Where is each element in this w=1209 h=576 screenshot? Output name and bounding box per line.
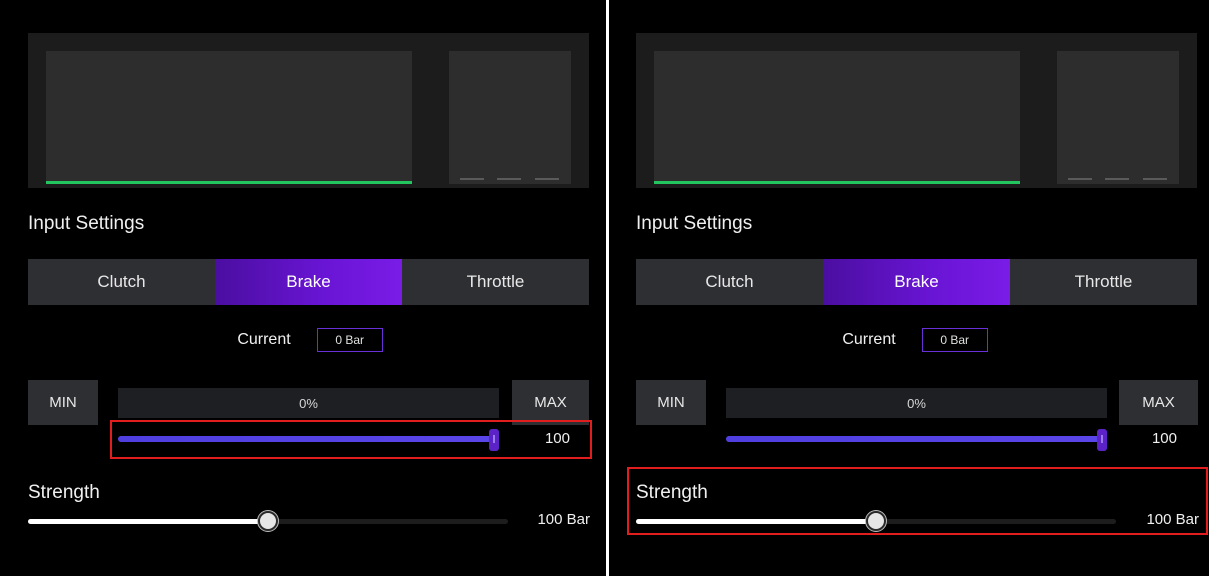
min-button[interactable]: MIN [636,380,706,425]
strength-slider[interactable] [636,511,1116,531]
range-slider-fill [726,436,1106,442]
settings-panel-right: Input Settings Clutch Brake Throttle Cur… [609,0,1209,576]
level-meter [1068,178,1092,180]
tab-label: Brake [286,272,331,291]
pedal-level-meters [449,51,571,184]
pedal-preview [636,33,1197,188]
tab-throttle[interactable]: Throttle [402,259,589,305]
level-meter [460,178,484,180]
strength-label: Strength [636,482,708,503]
max-button[interactable]: MAX [1119,380,1198,425]
level-meter [1105,178,1129,180]
level-meter [497,178,521,180]
tab-label: Throttle [466,272,525,291]
tab-label: Clutch [97,272,146,291]
strength-slider[interactable] [28,511,508,531]
pedal-level-meters [1057,51,1179,184]
pedal-preview [28,33,589,188]
tab-brake[interactable]: Brake [215,259,402,305]
min-label: MIN [49,394,77,411]
strength-value: 100 Bar [537,511,590,528]
current-label: Current [842,331,896,348]
strength-value: 100 Bar [1146,511,1199,528]
tab-label: Throttle [1074,272,1133,291]
current-readout: Current 0 Bar [0,325,606,355]
range-slider[interactable] [118,429,499,451]
max-label: MAX [1142,394,1175,411]
pedal-curve-line [46,181,412,184]
range-slider-fill [118,436,498,442]
max-label: MAX [534,394,567,411]
current-value: 0 Bar [921,328,988,352]
percent-display: 0% [726,388,1107,418]
range-slider-handle[interactable] [1097,429,1107,451]
percent-text: 0% [907,395,926,411]
strength-slider-fill [28,519,268,524]
strength-slider-knob[interactable] [866,511,886,531]
tab-label: Clutch [705,272,754,291]
min-label: MIN [657,394,685,411]
pedal-tabs: Clutch Brake Throttle [636,259,1197,305]
comparison-stage: Input Settings Clutch Brake Throttle Cur… [0,0,1209,576]
current-label: Current [237,331,291,348]
range-slider-handle[interactable] [489,429,499,451]
pedal-curve-graph [654,51,1020,184]
strength-slider-knob[interactable] [258,511,278,531]
range-value: 100 [544,430,570,447]
section-title: Input Settings [28,213,145,234]
strength-slider-fill [636,519,876,524]
pedal-curve-graph [46,51,412,184]
range-value: 100 [1151,430,1177,447]
tab-brake[interactable]: Brake [823,259,1010,305]
percent-display: 0% [118,388,499,418]
level-meter [1143,178,1167,180]
range-slider[interactable] [726,429,1107,451]
min-button[interactable]: MIN [28,380,98,425]
pedal-curve-line [654,181,1020,184]
percent-text: 0% [299,395,318,411]
level-meter [535,178,559,180]
current-value: 0 Bar [316,328,383,352]
max-button[interactable]: MAX [512,380,589,425]
pedal-tabs: Clutch Brake Throttle [28,259,589,305]
tab-clutch[interactable]: Clutch [636,259,823,305]
section-title: Input Settings [636,213,753,234]
settings-panel-left: Input Settings Clutch Brake Throttle Cur… [0,0,606,576]
tab-throttle[interactable]: Throttle [1010,259,1197,305]
strength-label: Strength [28,482,100,503]
tab-label: Brake [894,272,939,291]
tab-clutch[interactable]: Clutch [28,259,215,305]
current-readout: Current 0 Bar [609,325,1209,355]
